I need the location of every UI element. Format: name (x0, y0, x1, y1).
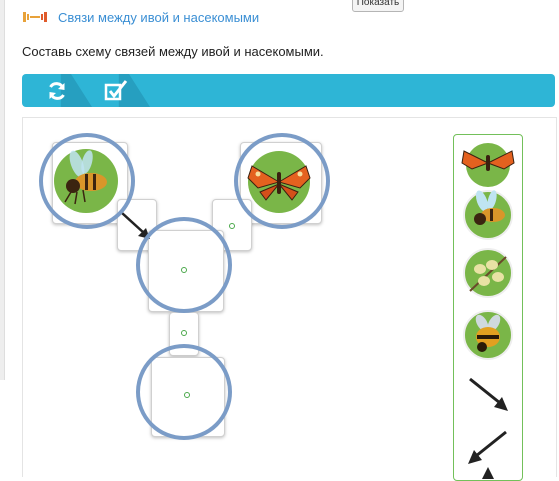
highlight-ring-top-left (39, 133, 135, 229)
palette-bumblebee[interactable] (460, 305, 516, 361)
arrow-down-right-icon (469, 377, 508, 411)
toolbar (22, 74, 555, 107)
exercise-header: Связи между ивой и насекомыми (22, 6, 259, 28)
left-edge-strip (0, 0, 5, 380)
page: Показать Связи между ивой и насекомыми С… (0, 0, 559, 481)
check-button[interactable] (80, 74, 150, 107)
palette-arrow-up[interactable] (460, 463, 516, 481)
palette-arrow-down-right[interactable] (460, 367, 516, 423)
check-icon (104, 80, 128, 101)
arrow-up-icon (482, 467, 494, 479)
palette-willow[interactable] (460, 243, 516, 299)
exercise-title: Связи между ивой и насекомыми (58, 9, 260, 25)
highlight-ring-center (136, 217, 232, 313)
reset-icon (49, 82, 65, 100)
bumblebee-icon (463, 310, 513, 360)
palette-bee[interactable] (460, 185, 516, 241)
highlight-ring-top-right (234, 133, 330, 229)
bee-icon (463, 190, 513, 240)
items-palette (453, 134, 523, 481)
exercise-type-icon (22, 10, 48, 24)
highlight-ring-bottom (136, 344, 232, 440)
task-instruction: Составь схему связей между ивой и насеко… (22, 44, 324, 59)
willow-catkins-icon (463, 248, 513, 298)
show-answer-button[interactable]: Показать (352, 0, 404, 12)
